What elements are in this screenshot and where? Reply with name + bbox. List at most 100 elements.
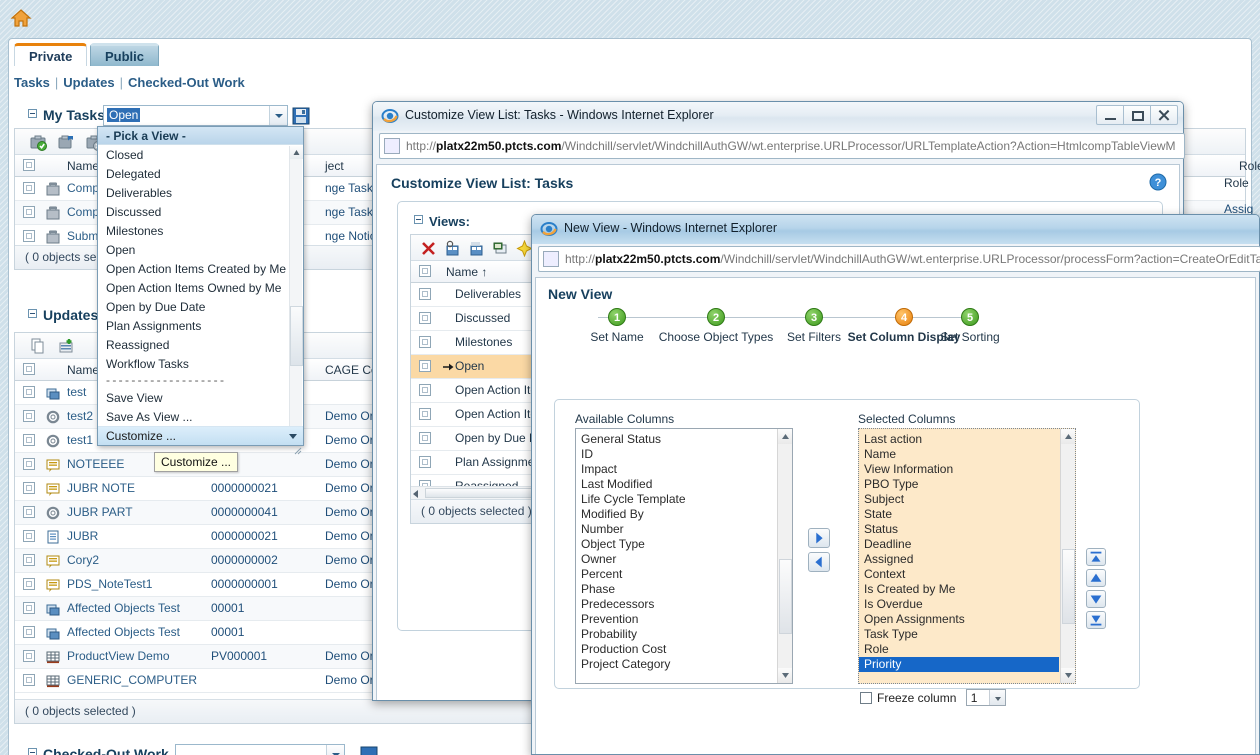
selected-column-item[interactable]: Status <box>859 522 1059 537</box>
cell-name[interactable]: test2 <box>67 409 93 423</box>
subnav-updates[interactable]: Updates <box>63 75 114 90</box>
save-icon[interactable] <box>292 107 310 125</box>
collapse-icon-my-tasks[interactable] <box>28 109 37 118</box>
available-column-item[interactable]: Modified By <box>576 507 776 522</box>
freeze-column-checkbox[interactable] <box>860 692 872 704</box>
selected-column-item[interactable]: Task Type <box>859 627 1059 642</box>
selected-column-item[interactable]: Deadline <box>859 537 1059 552</box>
tab-private[interactable]: Private <box>14 43 88 66</box>
available-columns-scrollbar[interactable] <box>777 429 792 683</box>
selected-columns-list[interactable]: Last action Name View Information PBO Type S… <box>858 428 1076 684</box>
dropdown-item[interactable]: Delegated <box>98 165 303 184</box>
dropdown-action-item[interactable]: Save As View ... <box>98 408 303 427</box>
row-checkbox[interactable] <box>419 336 431 348</box>
selected-column-item[interactable]: Is Created by Me <box>859 582 1059 597</box>
column-header-name[interactable]: Name <box>67 159 99 173</box>
available-column-item[interactable]: Prevention <box>576 612 776 627</box>
row-checkbox[interactable] <box>23 206 35 218</box>
new-from-view-icon[interactable] <box>468 240 485 257</box>
dropdown-item[interactable]: Open Action Items Created by Me <box>98 260 303 279</box>
collapse-icon-views[interactable] <box>414 215 423 224</box>
selected-column-item[interactable]: Priority <box>859 657 1059 672</box>
dropdown-action-item[interactable]: Save View <box>98 389 303 408</box>
dropdown-item[interactable]: Milestones <box>98 222 303 241</box>
customize-window-titlebar[interactable]: Customize View List: Tasks - Windows Int… <box>373 102 1183 131</box>
new-view-address-bar[interactable]: http://platx22m50.ptcts.com/Windchill/se… <box>538 246 1260 272</box>
pick-a-view-dropdown[interactable]: - Pick a View - Closed Delegated Deliverab… <box>97 126 304 455</box>
selected-column-item[interactable]: Context <box>859 567 1059 582</box>
scrollbar-thumb[interactable] <box>290 306 303 366</box>
selected-column-item[interactable]: PBO Type <box>859 477 1059 492</box>
row-checkbox[interactable] <box>23 626 35 638</box>
copy-view-icon[interactable] <box>444 240 461 257</box>
available-column-item[interactable]: Project Category <box>576 657 776 672</box>
new-view-titlebar[interactable]: New View - Windows Internet Explorer <box>532 215 1259 244</box>
cell-name[interactable]: test <box>67 385 86 399</box>
dropdown-item[interactable]: Open <box>98 241 303 260</box>
cell-name[interactable]: PDS_NoteTest1 <box>67 577 152 591</box>
move-to-bottom-button[interactable] <box>1086 611 1106 629</box>
resize-grip-icon[interactable] <box>294 447 302 455</box>
available-column-item[interactable]: General Status <box>576 432 776 447</box>
available-column-item[interactable]: Percent <box>576 567 776 582</box>
row-checkbox[interactable] <box>23 578 35 590</box>
minimize-button[interactable] <box>1096 105 1124 125</box>
available-column-item[interactable]: Impact <box>576 462 776 477</box>
selected-column-item[interactable]: Last action <box>859 432 1059 447</box>
views-column-header-name[interactable]: Name ↑ <box>446 265 487 279</box>
row-checkbox[interactable] <box>23 482 35 494</box>
dropdown-item[interactable]: Reassigned <box>98 336 303 355</box>
column-header-role-mytasks[interactable]: Role <box>1239 159 1260 173</box>
available-column-item[interactable]: ID <box>576 447 776 462</box>
column-header-name[interactable]: Name <box>67 363 99 377</box>
delete-icon[interactable] <box>420 240 437 257</box>
row-checkbox[interactable] <box>23 230 35 242</box>
available-column-item[interactable]: Probability <box>576 627 776 642</box>
cell-name[interactable]: Cory2 <box>67 553 99 567</box>
chevron-down-icon[interactable] <box>289 434 297 439</box>
available-column-item[interactable]: Production Cost <box>576 642 776 657</box>
scroll-down-icon[interactable] <box>778 668 792 683</box>
available-column-item[interactable]: Last Modified <box>576 477 776 492</box>
scroll-down-icon[interactable] <box>1061 668 1075 683</box>
my-tasks-view-combo[interactable]: Open <box>103 105 288 126</box>
dropdown-item[interactable]: Plan Assignments <box>98 317 303 336</box>
collapse-icon-updates[interactable] <box>28 309 37 318</box>
cell-name[interactable]: JUBR <box>67 529 98 543</box>
row-checkbox[interactable] <box>23 674 35 686</box>
available-columns-list[interactable]: General Status ID Impact Last Modified Life … <box>575 428 793 684</box>
move-right-button[interactable] <box>808 528 830 548</box>
selected-column-item[interactable]: State <box>859 507 1059 522</box>
tab-public[interactable]: Public <box>90 43 160 66</box>
chevron-down-icon[interactable] <box>988 690 1005 705</box>
new-view-window[interactable]: New View - Windows Internet Explorer htt… <box>531 214 1260 755</box>
move-left-button[interactable] <box>808 552 830 572</box>
checked-out-view-combo[interactable] <box>175 744 345 755</box>
row-checkbox[interactable] <box>23 458 35 470</box>
available-column-item[interactable]: Owner <box>576 552 776 567</box>
complete-task-icon[interactable] <box>29 133 47 151</box>
available-column-item[interactable]: Phase <box>576 582 776 597</box>
row-checkbox[interactable] <box>23 410 35 422</box>
checked-out-combo-arrow[interactable] <box>326 745 344 755</box>
cell-name[interactable]: GENERIC_COMPUTER <box>67 673 197 687</box>
dropdown-footer-customize[interactable]: Customize ... <box>98 426 303 445</box>
freeze-column-control[interactable]: Freeze column 1 <box>860 689 1006 706</box>
dropdown-item[interactable]: Open by Due Date <box>98 298 303 317</box>
row-checkbox[interactable] <box>419 312 431 324</box>
cell-name[interactable]: Subm <box>67 229 98 243</box>
add-to-workspace-icon[interactable] <box>57 337 75 355</box>
row-checkbox[interactable] <box>23 434 35 446</box>
cell-name[interactable]: test1 <box>67 433 93 447</box>
selected-columns-scrollbar[interactable] <box>1060 429 1075 683</box>
cell-name[interactable]: Affected Objects Test <box>67 601 180 615</box>
row-checkbox[interactable] <box>419 408 431 420</box>
scroll-up-icon[interactable] <box>1061 429 1075 444</box>
row-checkbox[interactable] <box>23 602 35 614</box>
row-checkbox[interactable] <box>23 650 35 662</box>
customize-url[interactable]: http://platx22m50.ptcts.com/Windchill/se… <box>406 139 1176 153</box>
available-column-item[interactable]: Predecessors <box>576 597 776 612</box>
available-column-item[interactable]: Life Cycle Template <box>576 492 776 507</box>
collapse-icon-checked-out[interactable] <box>28 748 37 755</box>
selected-column-item[interactable]: Subject <box>859 492 1059 507</box>
